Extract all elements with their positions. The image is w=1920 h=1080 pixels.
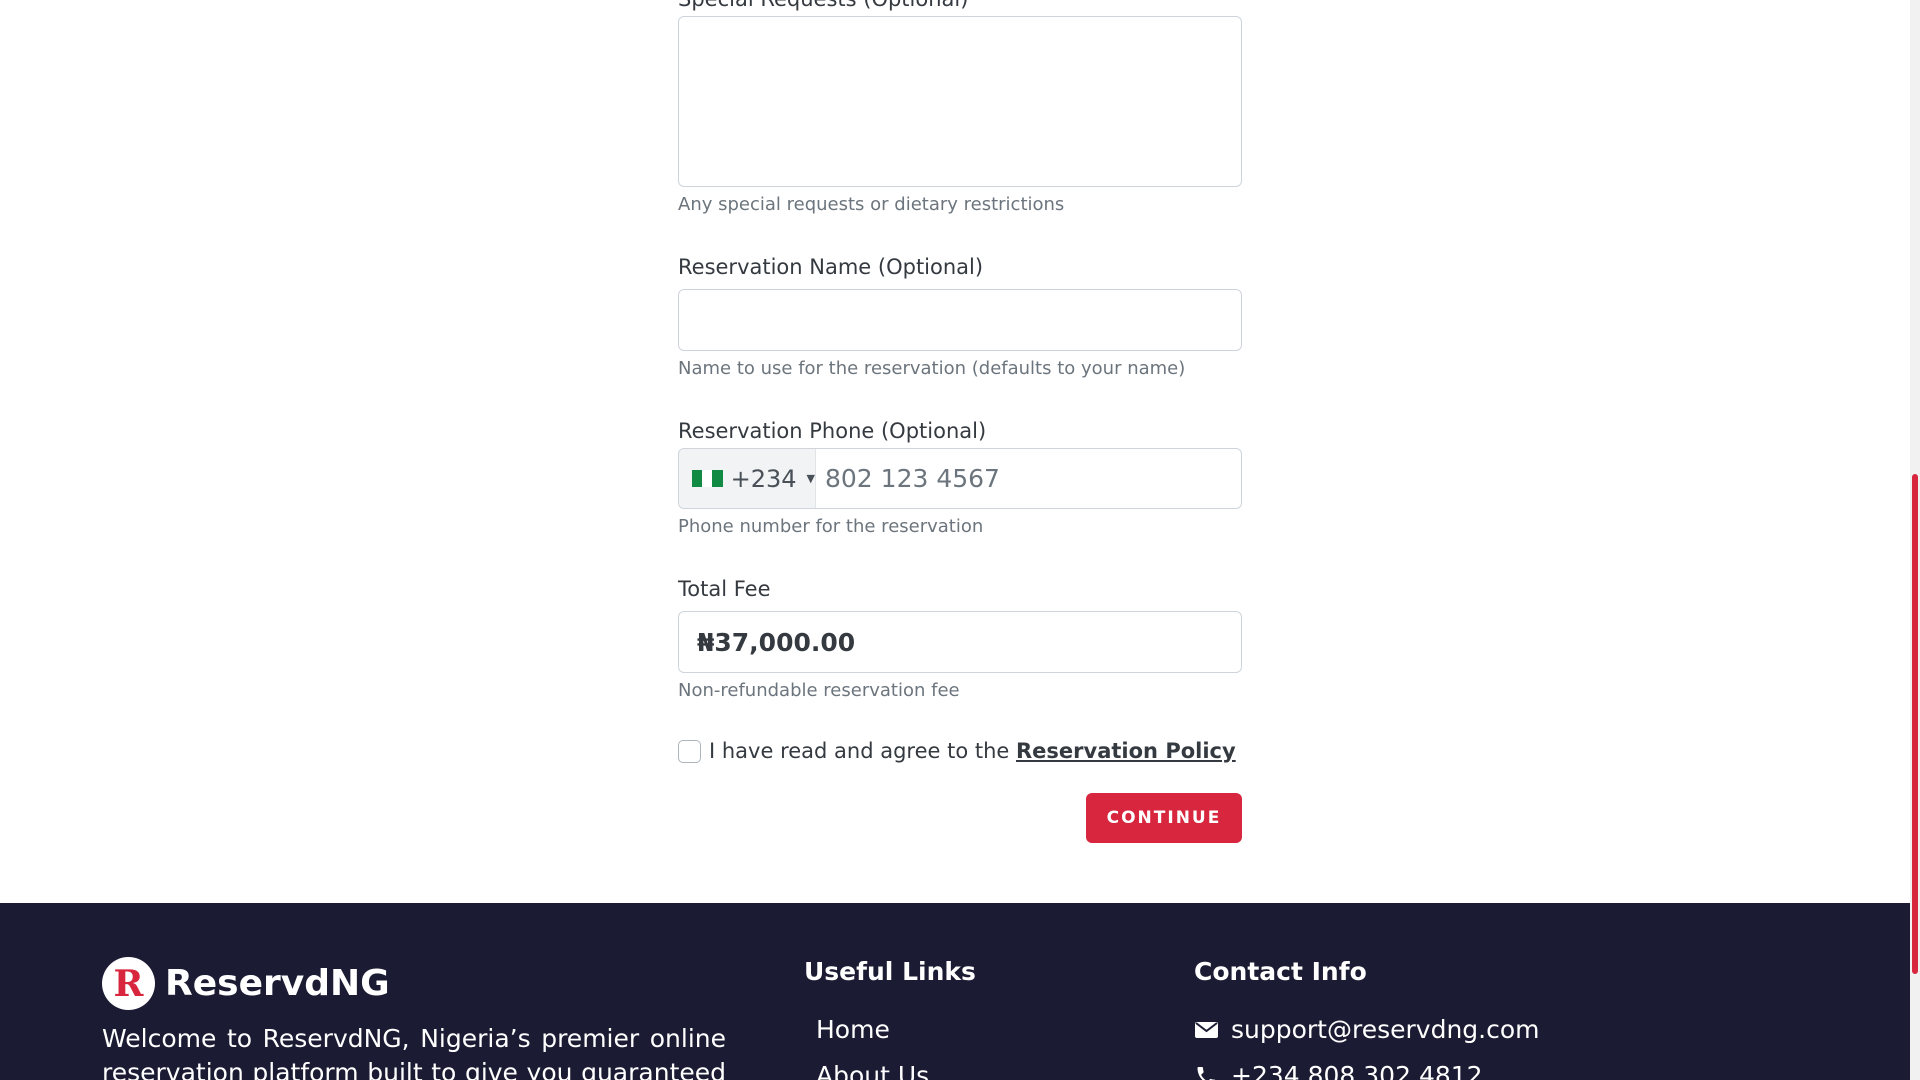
contact-info-title: Contact Info: [1194, 957, 1367, 986]
policy-agreement-row: I have read and agree to the Reservation…: [678, 739, 1236, 763]
reservation-policy-link[interactable]: Reservation Policy: [1016, 739, 1236, 763]
special-requests-textarea[interactable]: [678, 16, 1242, 187]
footer-brand[interactable]: R ReservdNG: [102, 957, 390, 1010]
agree-text: I have read and agree to the: [709, 739, 1010, 763]
brand-logo-icon: R: [102, 957, 155, 1010]
contact-phone[interactable]: +234 808 302 4812: [1194, 1053, 1540, 1080]
phone-icon: [1194, 1064, 1219, 1080]
footer-link-home[interactable]: Home: [816, 1007, 929, 1053]
reservation-name-label: Reservation Name (Optional): [678, 255, 984, 279]
contact-email-text: support@reservdng.com: [1231, 1015, 1540, 1044]
special-requests-hint: Any special requests or dietary restrict…: [678, 194, 1065, 215]
footer-link-about-us[interactable]: About Us: [816, 1053, 929, 1080]
contact-info-list: support@reservdng.com +234 808 302 4812: [1194, 1007, 1540, 1080]
contact-phone-text: +234 808 302 4812: [1231, 1061, 1483, 1080]
useful-links-title: Useful Links: [804, 957, 976, 986]
brand-name: ReservdNG: [165, 963, 390, 1004]
site-footer: R ReservdNG Welcome to ReservdNG, Nigeri…: [0, 903, 1910, 1080]
agree-text-wrapper: I have read and agree to the Reservation…: [709, 739, 1236, 763]
reservation-phone-input[interactable]: 802 123 4567: [816, 449, 1241, 508]
reservation-phone-hint: Phone number for the reservation: [678, 516, 984, 537]
contact-email[interactable]: support@reservdng.com: [1194, 1007, 1540, 1053]
country-dial-code: +234: [730, 464, 797, 493]
logo-letter: R: [113, 962, 144, 1005]
nigeria-flag-icon: [692, 470, 723, 487]
total-fee-label: Total Fee: [678, 577, 771, 601]
total-fee-value: ₦37,000.00: [678, 611, 1242, 673]
continue-button[interactable]: CONTINUE: [1086, 793, 1242, 843]
envelope-icon: [1194, 1020, 1219, 1040]
useful-links-list: Home About Us: [816, 1007, 929, 1080]
special-requests-label: Special Requests (Optional): [678, 0, 968, 12]
caret-down-icon: ▼: [806, 472, 815, 485]
country-code-select[interactable]: +234 ▼: [679, 449, 816, 508]
reservation-page: Special Requests (Optional) Any special …: [0, 0, 1920, 1080]
reservation-phone-label: Reservation Phone (Optional): [678, 419, 987, 443]
total-fee-hint: Non-refundable reservation fee: [678, 680, 960, 701]
page-scrollbar-thumb[interactable]: [1912, 474, 1918, 974]
reservation-name-hint: Name to use for the reservation (default…: [678, 358, 1186, 379]
footer-about-text: Welcome to ReservdNG, Nigeria’s premier …: [102, 1024, 726, 1080]
reservation-name-input[interactable]: [678, 289, 1242, 351]
reservation-phone-field: +234 ▼ 802 123 4567: [678, 448, 1242, 509]
agree-checkbox[interactable]: [678, 739, 701, 763]
